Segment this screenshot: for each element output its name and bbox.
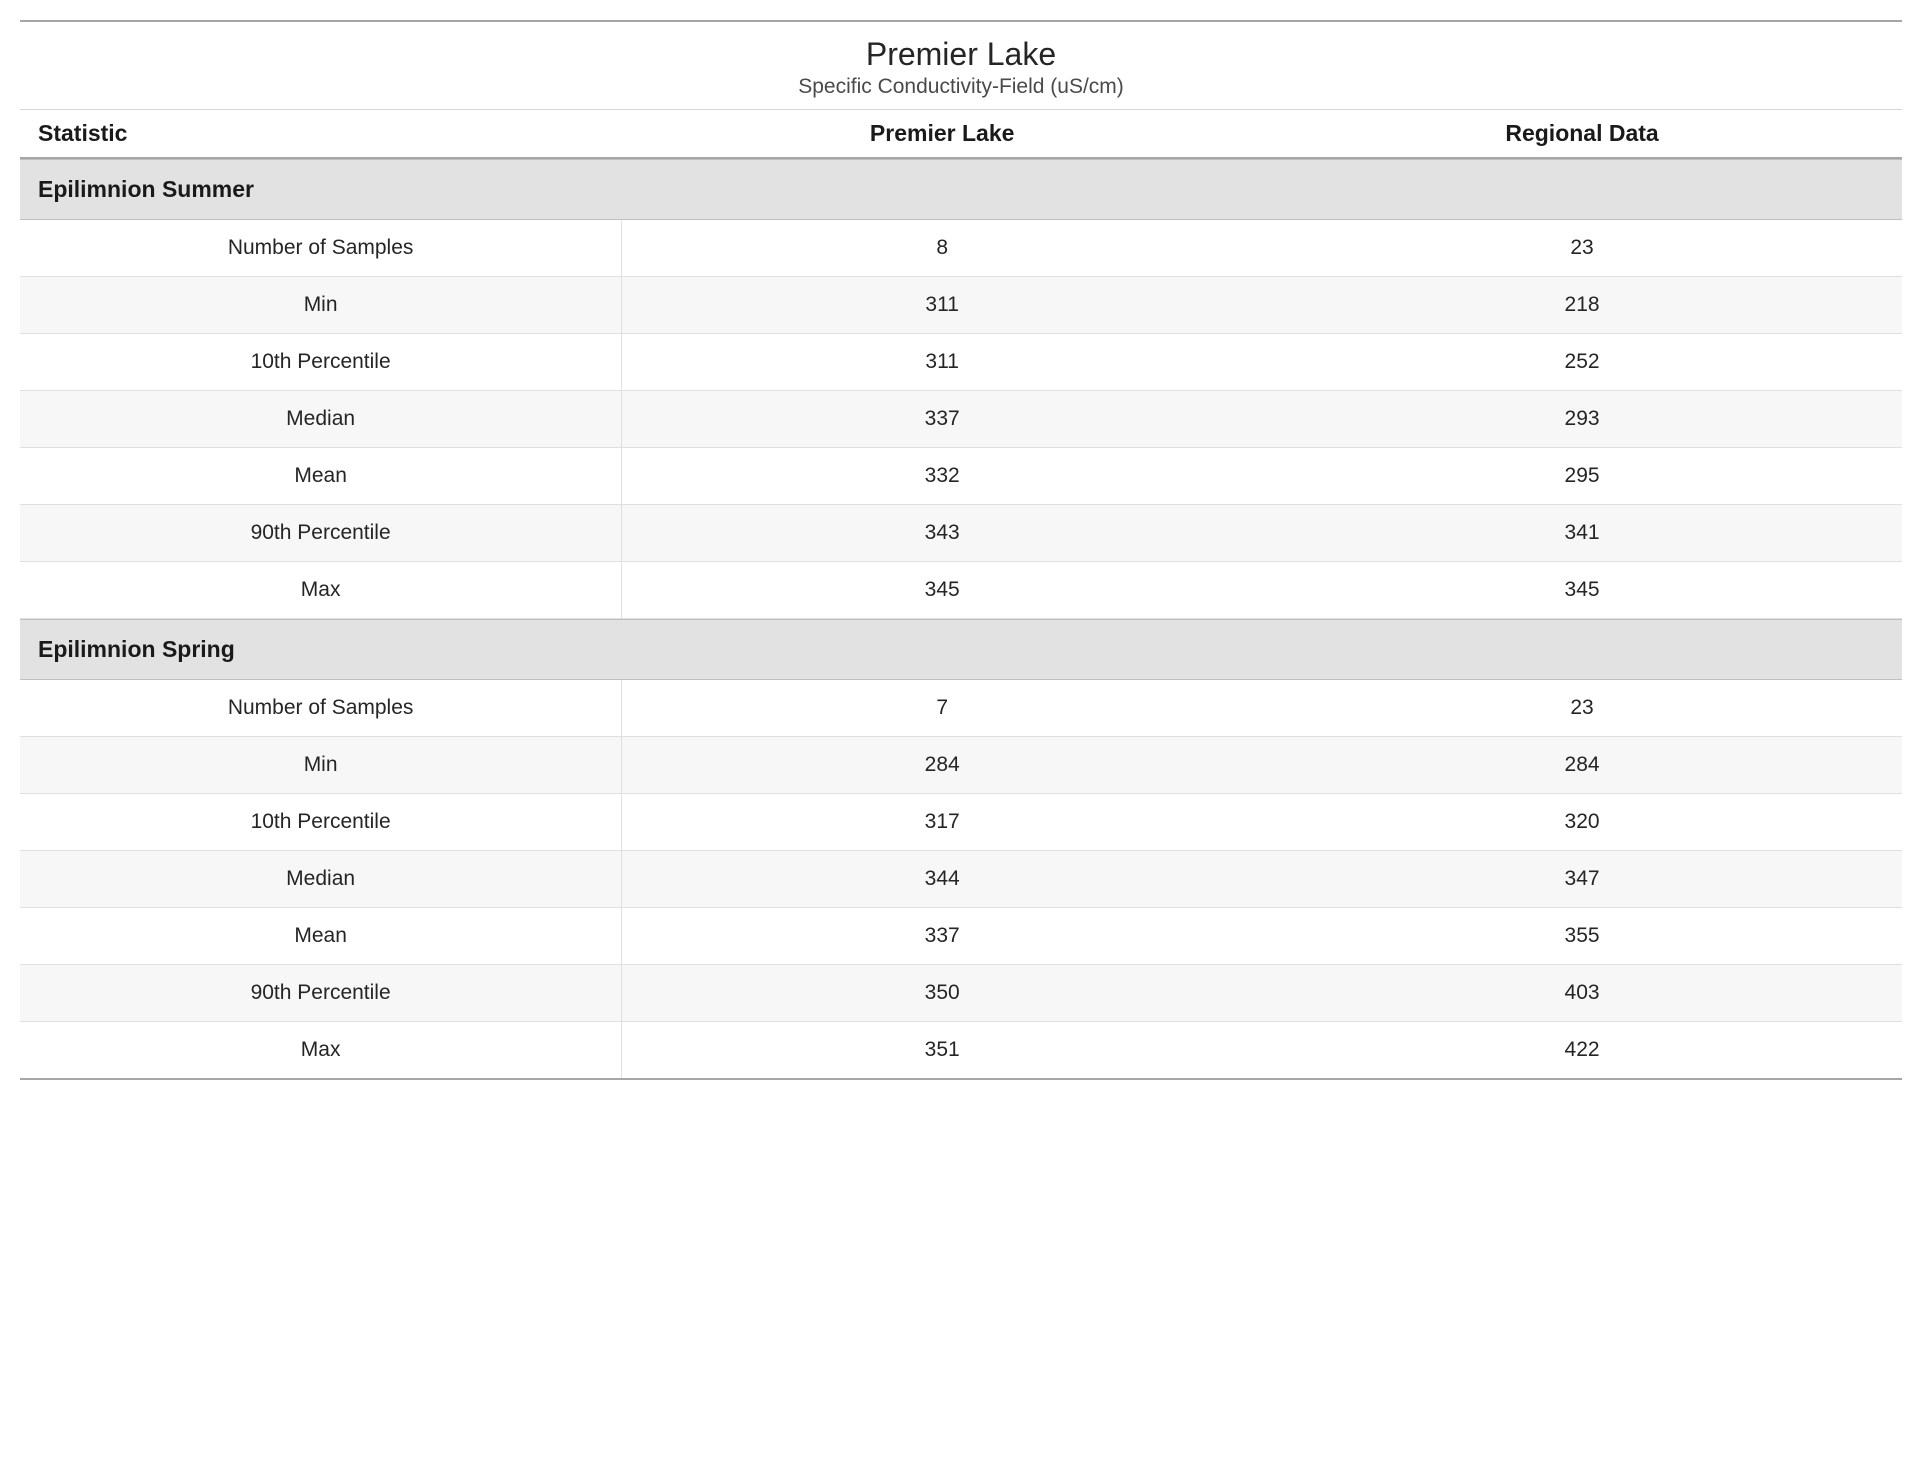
cell-statistic: 90th Percentile xyxy=(20,505,622,561)
table-row: Number of Samples 8 23 xyxy=(20,220,1902,277)
table-subtitle: Specific Conductivity-Field (uS/cm) xyxy=(20,75,1902,99)
section-header: Epilimnion Summer xyxy=(20,159,1902,220)
cell-lake: 337 xyxy=(622,908,1262,964)
cell-statistic: Number of Samples xyxy=(20,680,622,736)
table-row: Mean 332 295 xyxy=(20,448,1902,505)
cell-statistic: Max xyxy=(20,1022,622,1078)
table-header: Premier Lake Specific Conductivity-Field… xyxy=(20,20,1902,110)
cell-statistic: Min xyxy=(20,737,622,793)
statistics-table: Premier Lake Specific Conductivity-Field… xyxy=(20,20,1902,1080)
cell-lake: 350 xyxy=(622,965,1262,1021)
cell-statistic: 10th Percentile xyxy=(20,334,622,390)
cell-lake: 317 xyxy=(622,794,1262,850)
cell-regional: 23 xyxy=(1262,680,1902,736)
table-row: 90th Percentile 343 341 xyxy=(20,505,1902,562)
cell-regional: 320 xyxy=(1262,794,1902,850)
cell-regional: 218 xyxy=(1262,277,1902,333)
cell-regional: 252 xyxy=(1262,334,1902,390)
table-row: Median 337 293 xyxy=(20,391,1902,448)
cell-regional: 422 xyxy=(1262,1022,1902,1078)
section-header: Epilimnion Spring xyxy=(20,619,1902,680)
cell-regional: 355 xyxy=(1262,908,1902,964)
cell-statistic: Median xyxy=(20,391,622,447)
column-headers: Statistic Premier Lake Regional Data xyxy=(20,110,1902,159)
cell-statistic: Number of Samples xyxy=(20,220,622,276)
table-row: 90th Percentile 350 403 xyxy=(20,965,1902,1022)
column-header-statistic: Statistic xyxy=(20,120,622,147)
cell-statistic: 10th Percentile xyxy=(20,794,622,850)
cell-lake: 337 xyxy=(622,391,1262,447)
table-row: Min 311 218 xyxy=(20,277,1902,334)
table-title: Premier Lake xyxy=(20,36,1902,73)
column-header-regional: Regional Data xyxy=(1262,120,1902,147)
table-row: 10th Percentile 311 252 xyxy=(20,334,1902,391)
cell-lake: 311 xyxy=(622,334,1262,390)
cell-statistic: Mean xyxy=(20,908,622,964)
cell-statistic: 90th Percentile xyxy=(20,965,622,1021)
table-row: Number of Samples 7 23 xyxy=(20,680,1902,737)
column-header-lake: Premier Lake xyxy=(622,120,1262,147)
cell-lake: 311 xyxy=(622,277,1262,333)
cell-lake: 343 xyxy=(622,505,1262,561)
cell-statistic: Max xyxy=(20,562,622,618)
cell-lake: 344 xyxy=(622,851,1262,907)
cell-statistic: Mean xyxy=(20,448,622,504)
cell-regional: 295 xyxy=(1262,448,1902,504)
cell-regional: 293 xyxy=(1262,391,1902,447)
cell-lake: 351 xyxy=(622,1022,1262,1078)
cell-lake: 332 xyxy=(622,448,1262,504)
table-row: Max 351 422 xyxy=(20,1022,1902,1080)
table-row: 10th Percentile 317 320 xyxy=(20,794,1902,851)
cell-statistic: Min xyxy=(20,277,622,333)
cell-statistic: Median xyxy=(20,851,622,907)
cell-lake: 284 xyxy=(622,737,1262,793)
cell-regional: 23 xyxy=(1262,220,1902,276)
table-row: Min 284 284 xyxy=(20,737,1902,794)
cell-regional: 347 xyxy=(1262,851,1902,907)
cell-lake: 345 xyxy=(622,562,1262,618)
cell-regional: 341 xyxy=(1262,505,1902,561)
table-row: Max 345 345 xyxy=(20,562,1902,619)
table-row: Mean 337 355 xyxy=(20,908,1902,965)
cell-lake: 7 xyxy=(622,680,1262,736)
cell-lake: 8 xyxy=(622,220,1262,276)
table-row: Median 344 347 xyxy=(20,851,1902,908)
cell-regional: 345 xyxy=(1262,562,1902,618)
cell-regional: 284 xyxy=(1262,737,1902,793)
cell-regional: 403 xyxy=(1262,965,1902,1021)
